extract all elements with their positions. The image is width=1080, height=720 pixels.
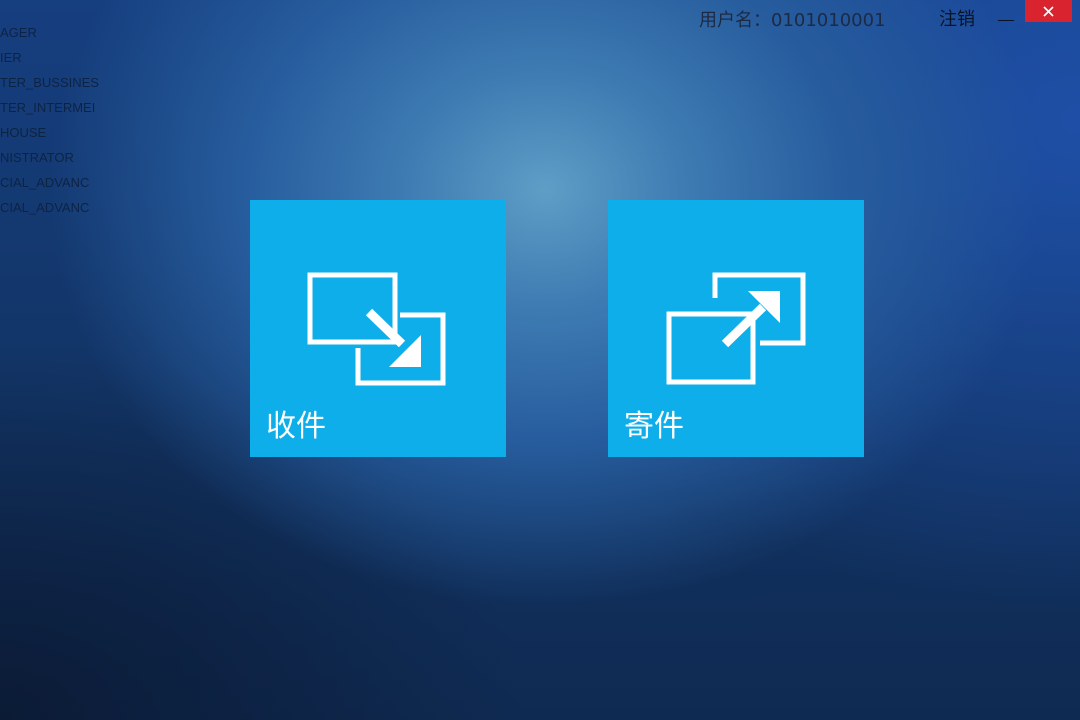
username-display: 用户名：0101010001: [699, 10, 886, 31]
send-label: 寄件: [624, 409, 684, 444]
receive-tile[interactable]: 收件: [250, 200, 506, 457]
background-list-item: CIAL_ADVANC: [0, 200, 90, 215]
close-icon: [1043, 6, 1054, 17]
background-list-item: HOUSE: [0, 125, 47, 140]
background-list-item: IER: [0, 50, 22, 65]
send-icon: [666, 272, 806, 385]
background-list-item: NISTRATOR: [0, 150, 74, 165]
background-list-item: CIAL_ADVANC: [0, 175, 90, 190]
receive-icon: [307, 272, 446, 386]
minimize-button[interactable]: [992, 4, 1018, 32]
background-list: AGER IER TER_BUSSINES TER_INTERMEI HOUSE…: [0, 20, 104, 220]
background-list-item: AGER: [0, 25, 37, 40]
logout-button[interactable]: 注销: [939, 8, 975, 32]
send-tile[interactable]: 寄件: [608, 200, 864, 457]
receive-label: 收件: [266, 409, 326, 444]
minimize-icon: [998, 20, 1014, 21]
close-button[interactable]: [1025, 0, 1072, 22]
background-list-item: TER_INTERMEI: [0, 100, 96, 115]
background-list-item: TER_BUSSINES: [0, 75, 99, 90]
